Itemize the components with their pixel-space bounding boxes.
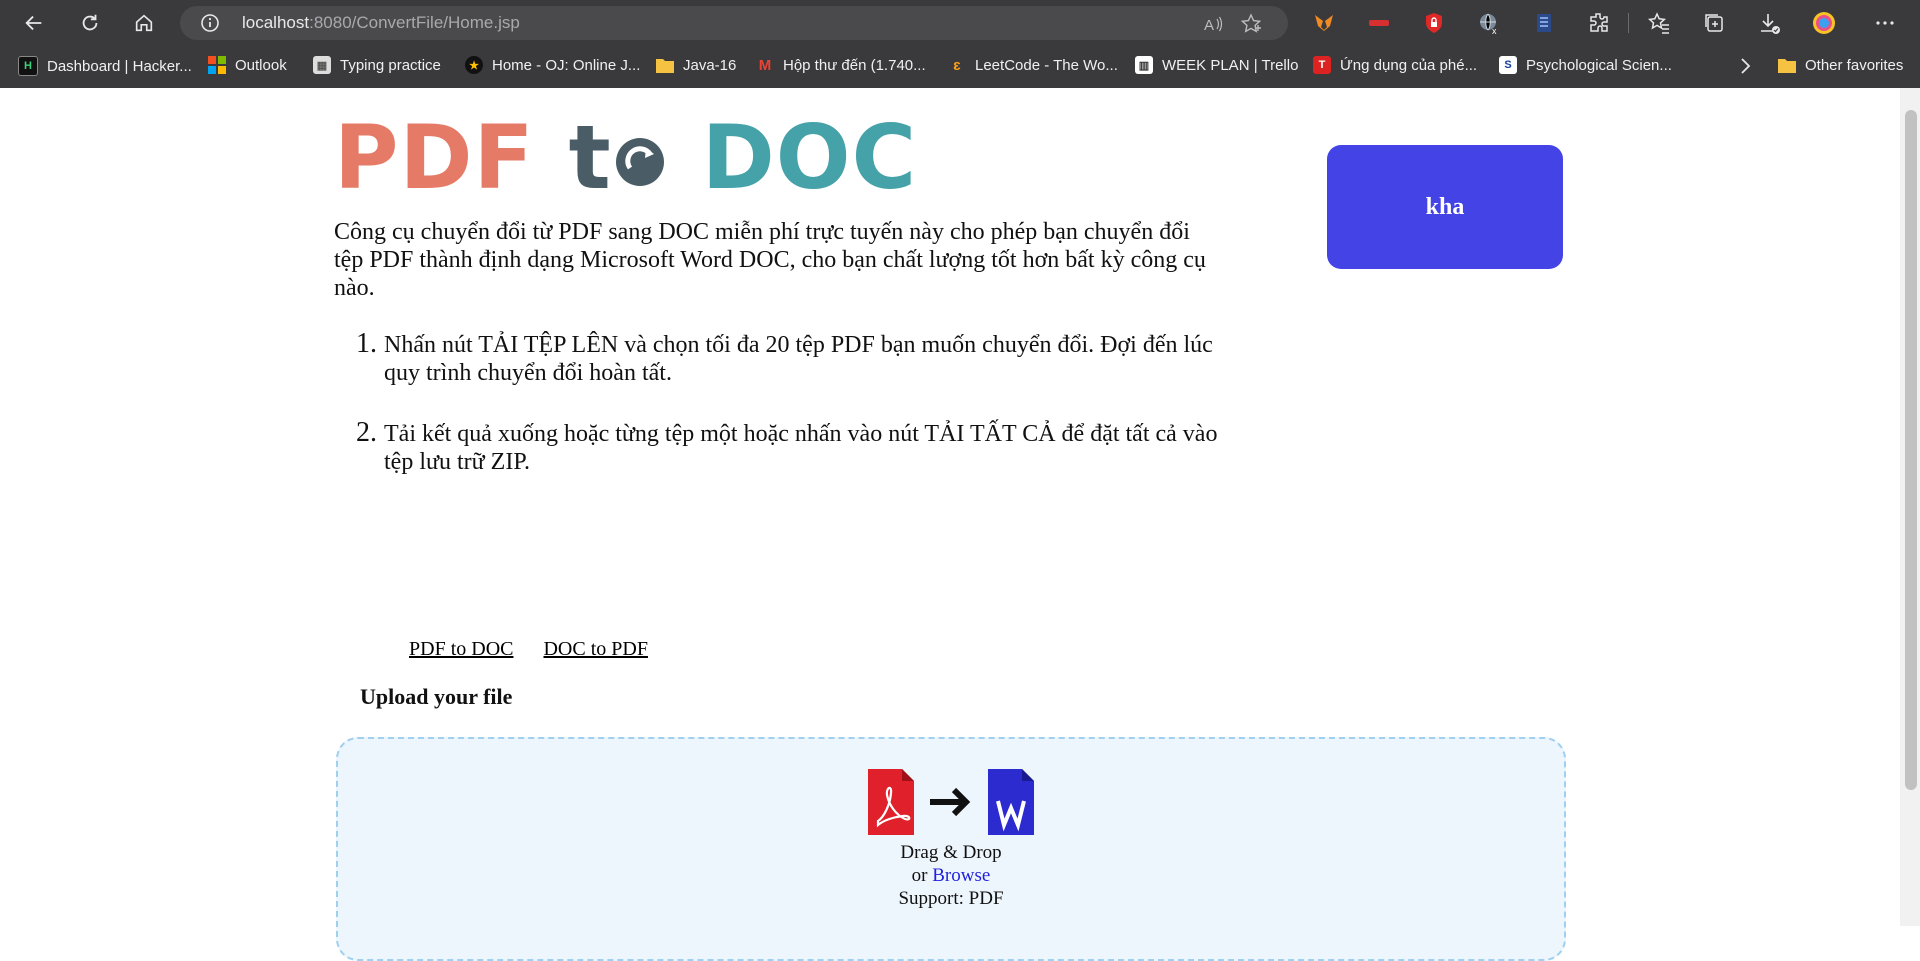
intro-text: Công cụ chuyển đổi từ PDF sang DOC miễn …	[334, 219, 1206, 301]
lock-extension-icon[interactable]	[1421, 10, 1447, 36]
file-dropzone[interactable]: Drag & Drop or Browse Support: PDF	[336, 737, 1566, 961]
instructions-list: Nhấn nút TẢI TỆP LÊN và chọn tối đa 20 t…	[334, 330, 1244, 508]
back-button[interactable]	[18, 7, 50, 39]
upload-title: Upload your file	[360, 684, 513, 709]
home-icon	[135, 14, 153, 32]
bookmark-item[interactable]: ɛ LeetCode - The Wo...	[948, 56, 1118, 74]
more-menu-icon[interactable]	[1872, 10, 1898, 36]
back-arrow-icon	[25, 15, 42, 31]
trello-icon: ▥	[1135, 56, 1153, 74]
folder-icon	[1778, 56, 1796, 74]
browser-toolbar: localhost:8080/ConvertFile/Home.jsp A x	[0, 0, 1920, 46]
red-extension-icon[interactable]	[1366, 10, 1392, 36]
url-host: localhost	[242, 13, 310, 32]
bookmark-item[interactable]: H Dashboard | Hacker...	[18, 56, 192, 76]
converter-nav: PDF to DOC DOC to PDF	[409, 638, 648, 661]
browser-chrome: localhost:8080/ConvertFile/Home.jsp A x	[0, 0, 1920, 88]
browse-line: or Browse	[911, 865, 991, 886]
instruction-step: Tải kết quả xuống hoặc từng tệp một hoặc…	[384, 419, 1244, 476]
app-icon: T	[1313, 56, 1331, 74]
bookmark-item[interactable]: T Ứng dụng của phé...	[1313, 56, 1477, 74]
downloads-icon[interactable]	[1756, 10, 1782, 36]
drag-drop-label: Drag & Drop	[900, 842, 1002, 863]
bookmarks-bar: H Dashboard | Hacker... Outlook ▦ Typing p…	[0, 46, 1920, 88]
nav-link-pdf-to-doc[interactable]: PDF to DOC	[409, 638, 513, 661]
read-aloud-icon[interactable]: A	[1202, 13, 1224, 35]
logo-doc: DOC	[701, 106, 918, 209]
collections-icon[interactable]	[1701, 10, 1727, 36]
site-info-icon[interactable]	[200, 13, 220, 33]
url-text[interactable]: localhost:8080/ConvertFile/Home.jsp	[242, 13, 520, 33]
bookmark-item[interactable]: M Hộp thư đến (1.740...	[756, 56, 926, 74]
globe-extension-icon[interactable]: x	[1476, 10, 1502, 36]
dropzone-text: Drag & Drop or Browse Support: PDF	[338, 841, 1564, 910]
oj-icon: ★	[465, 56, 483, 74]
svg-text:x: x	[1492, 26, 1497, 35]
outlook-icon	[208, 56, 226, 74]
leetcode-icon: ɛ	[953, 56, 961, 74]
browse-link[interactable]: Browse	[932, 865, 990, 886]
bookmarks-overflow-chevron-icon[interactable]	[1738, 56, 1752, 76]
refresh-button[interactable]	[74, 7, 106, 39]
convert-circle-icon	[615, 138, 664, 186]
metamask-extension-icon[interactable]	[1311, 10, 1337, 36]
support-label: Support: PDF	[898, 888, 1004, 909]
home-button[interactable]	[128, 7, 160, 39]
site-logo: PDF t DOC	[334, 106, 918, 209]
scrollbar-thumb[interactable]	[1905, 110, 1917, 790]
nav-link-doc-to-pdf[interactable]: DOC to PDF	[543, 638, 647, 661]
hackerrank-icon: H	[18, 56, 38, 76]
list-extension-icon[interactable]	[1531, 10, 1557, 36]
folder-icon	[656, 56, 674, 74]
add-favorite-icon[interactable]	[1240, 13, 1262, 35]
bookmark-item[interactable]: S Psychological Scien...	[1499, 56, 1672, 74]
other-favorites[interactable]: Other favorites	[1778, 56, 1903, 74]
profile-avatar[interactable]	[1811, 10, 1837, 36]
user-account-button[interactable]: kha	[1327, 145, 1563, 269]
instruction-step: Nhấn nút TẢI TỆP LÊN và chọn tối đa 20 t…	[384, 330, 1244, 387]
favorites-icon[interactable]	[1646, 10, 1672, 36]
logo-pdf: PDF	[334, 106, 535, 209]
bookmark-item[interactable]: Java-16	[656, 56, 736, 74]
typing-icon: ▦	[313, 56, 331, 74]
extensions-icon[interactable]	[1586, 10, 1612, 36]
refresh-icon	[82, 14, 98, 31]
bookmark-item[interactable]: ★ Home - OJ: Online J...	[465, 56, 640, 74]
toolbar-separator	[1628, 13, 1629, 33]
bookmark-item[interactable]: Outlook	[208, 56, 287, 74]
address-bar[interactable]: localhost:8080/ConvertFile/Home.jsp A	[180, 6, 1288, 40]
bookmark-item[interactable]: ▦ Typing practice	[313, 56, 441, 74]
pdf-to-word-icon	[868, 769, 1034, 835]
logo-to: t	[569, 106, 668, 209]
svg-text:A: A	[1204, 17, 1214, 34]
bookmark-item[interactable]: ▥ WEEK PLAN | Trello	[1135, 56, 1298, 74]
science-icon: S	[1499, 56, 1517, 74]
gmail-icon: M	[758, 56, 772, 74]
url-path: :8080/ConvertFile/Home.jsp	[309, 13, 520, 32]
